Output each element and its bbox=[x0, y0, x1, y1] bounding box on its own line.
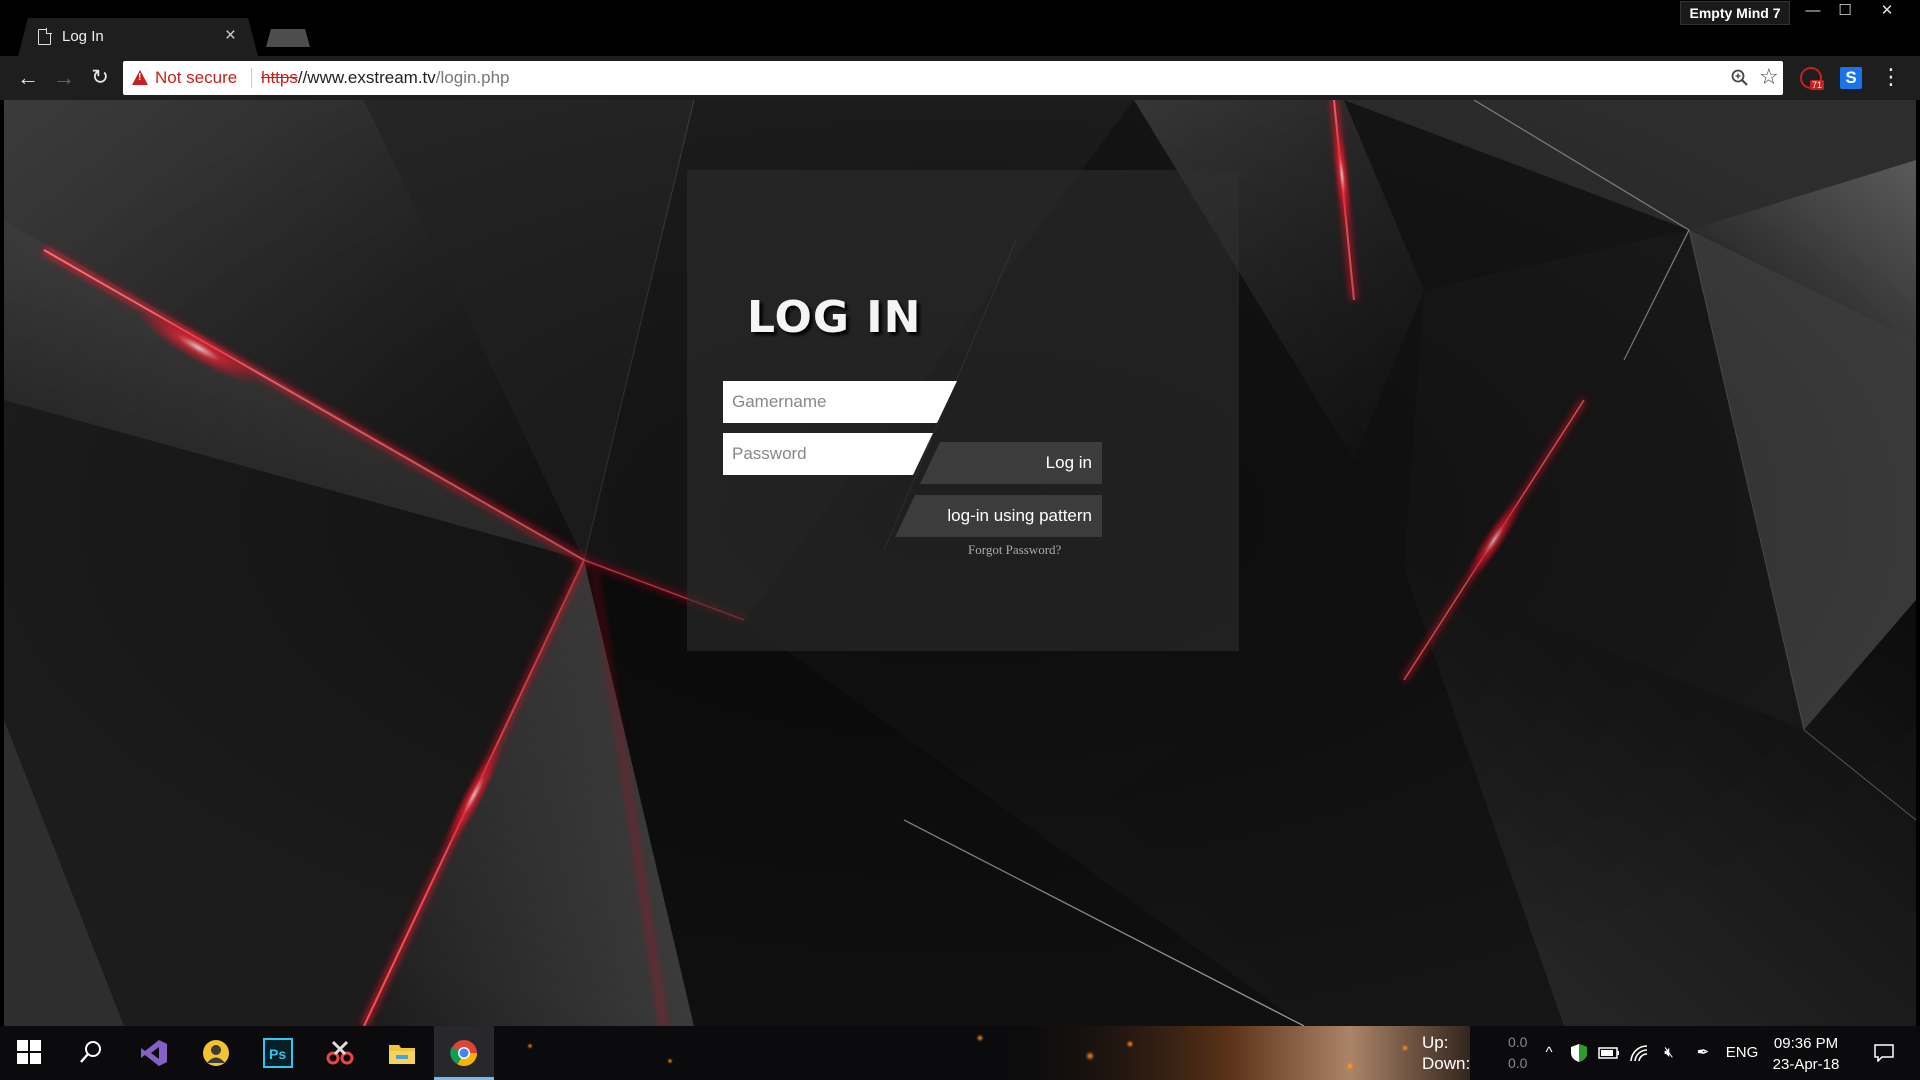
tab-close-icon[interactable]: × bbox=[225, 25, 236, 47]
windows-taskbar: Ps Up: Down: 0.0 0.0 ^ 🔇︎ ✒︎ ENG 09:36 P… bbox=[0, 1026, 1920, 1080]
network-values: 0.0 0.0 bbox=[1508, 1032, 1527, 1074]
volume-muted-icon[interactable]: 🔇︎ bbox=[1656, 1026, 1682, 1080]
user-app-icon bbox=[203, 1040, 229, 1066]
extension-s-icon[interactable]: S bbox=[1840, 67, 1862, 89]
page-viewport: LOG IN Log in log-in using pattern Forgo… bbox=[4, 100, 1916, 1026]
tab-title: Log In bbox=[62, 28, 104, 45]
tab-strip: Log In × Empty Mind 7 — ☐ ✕ bbox=[0, 0, 1920, 56]
browser-chrome: Log In × Empty Mind 7 — ☐ ✕ ← → ↻ Not se… bbox=[0, 0, 1920, 100]
action-center-icon[interactable] bbox=[1864, 1026, 1904, 1080]
file-explorer-icon bbox=[389, 1045, 415, 1064]
warning-icon[interactable] bbox=[132, 70, 148, 85]
forgot-password-link[interactable]: Forgot Password? bbox=[968, 542, 1061, 558]
taskbar-file-explorer[interactable] bbox=[372, 1026, 432, 1080]
taskbar-visual-studio[interactable] bbox=[124, 1026, 184, 1080]
page-icon bbox=[38, 28, 52, 45]
back-button[interactable]: ← bbox=[14, 64, 42, 92]
start-icon bbox=[17, 1040, 41, 1064]
start-button[interactable] bbox=[0, 1026, 60, 1080]
url-text[interactable]: https//www.exstream.tv/login.php bbox=[261, 68, 510, 88]
net-down-label: Down: bbox=[1422, 1054, 1471, 1073]
close-window-button[interactable]: ✕ bbox=[1872, 0, 1902, 24]
net-down-value: 0.0 bbox=[1508, 1055, 1528, 1071]
system-clock[interactable]: 09:36 PM 23-Apr-18 bbox=[1762, 1033, 1850, 1075]
login-panel: LOG IN Log in log-in using pattern Forgo… bbox=[687, 170, 1239, 651]
taskbar-snipping-tool[interactable] bbox=[310, 1026, 370, 1080]
pen-icon[interactable]: ✒︎ bbox=[1690, 1026, 1716, 1080]
sniper-tool-icon bbox=[326, 1040, 354, 1065]
address-divider bbox=[251, 68, 252, 88]
bookmark-star-icon[interactable]: ☆ bbox=[1759, 64, 1779, 90]
chrome-icon bbox=[450, 1040, 478, 1067]
tab-login[interactable]: Log In × bbox=[18, 18, 258, 56]
maximize-button[interactable]: ☐ bbox=[1830, 0, 1860, 24]
defender-shield-icon[interactable] bbox=[1566, 1026, 1592, 1080]
visual-studio-icon bbox=[141, 1040, 167, 1066]
pattern-login-button[interactable]: log-in using pattern bbox=[895, 495, 1102, 537]
taskbar-wallpaper-art bbox=[527, 1026, 1470, 1080]
minimize-button[interactable]: — bbox=[1798, 0, 1828, 24]
address-bar[interactable]: Not secure https//www.exstream.tv/login.… bbox=[123, 61, 1783, 95]
language-indicator[interactable]: ENG bbox=[1724, 1026, 1760, 1080]
browser-toolbar: ← → ↻ Not secure https//www.exstream.tv/… bbox=[0, 56, 1920, 100]
battery-icon[interactable] bbox=[1596, 1026, 1622, 1080]
security-label[interactable]: Not secure bbox=[155, 68, 237, 88]
url-host: //www.exstream.tv bbox=[297, 68, 436, 87]
gamername-input[interactable] bbox=[723, 381, 957, 423]
extension-badge: 71 bbox=[1810, 80, 1825, 90]
net-up-value: 0.0 bbox=[1508, 1034, 1528, 1050]
menu-icon[interactable]: ⋮ bbox=[1880, 64, 1902, 90]
tray-chevron-icon[interactable]: ^ bbox=[1536, 1026, 1562, 1080]
network-meter: Up: Down: bbox=[1422, 1032, 1470, 1074]
new-tab-button[interactable] bbox=[266, 29, 310, 47]
photoshop-icon: Ps bbox=[263, 1038, 293, 1068]
profile-button[interactable]: Empty Mind 7 bbox=[1680, 1, 1790, 25]
password-input[interactable] bbox=[723, 433, 933, 475]
forward-button[interactable]: → bbox=[50, 64, 78, 92]
login-heading: LOG IN bbox=[747, 292, 922, 343]
clock-date: 23-Apr-18 bbox=[1772, 1056, 1840, 1073]
login-button[interactable]: Log in bbox=[920, 442, 1102, 484]
taskbar-chrome[interactable] bbox=[434, 1026, 494, 1080]
url-scheme: https bbox=[261, 68, 298, 87]
search-button[interactable] bbox=[62, 1026, 122, 1080]
net-up-label: Up: bbox=[1422, 1033, 1449, 1052]
search-icon bbox=[80, 1041, 101, 1063]
taskbar-user-app[interactable] bbox=[186, 1026, 246, 1080]
reload-button[interactable]: ↻ bbox=[86, 64, 114, 92]
photoshop-label: Ps bbox=[269, 1046, 286, 1062]
wifi-icon[interactable] bbox=[1626, 1026, 1652, 1080]
clock-time: 09:36 PM bbox=[1773, 1035, 1839, 1052]
url-path: /login.php bbox=[435, 68, 510, 87]
taskbar-photoshop[interactable]: Ps bbox=[248, 1026, 308, 1080]
zoom-icon[interactable] bbox=[1730, 68, 1750, 88]
extension-icon[interactable]: 71 bbox=[1800, 67, 1825, 90]
